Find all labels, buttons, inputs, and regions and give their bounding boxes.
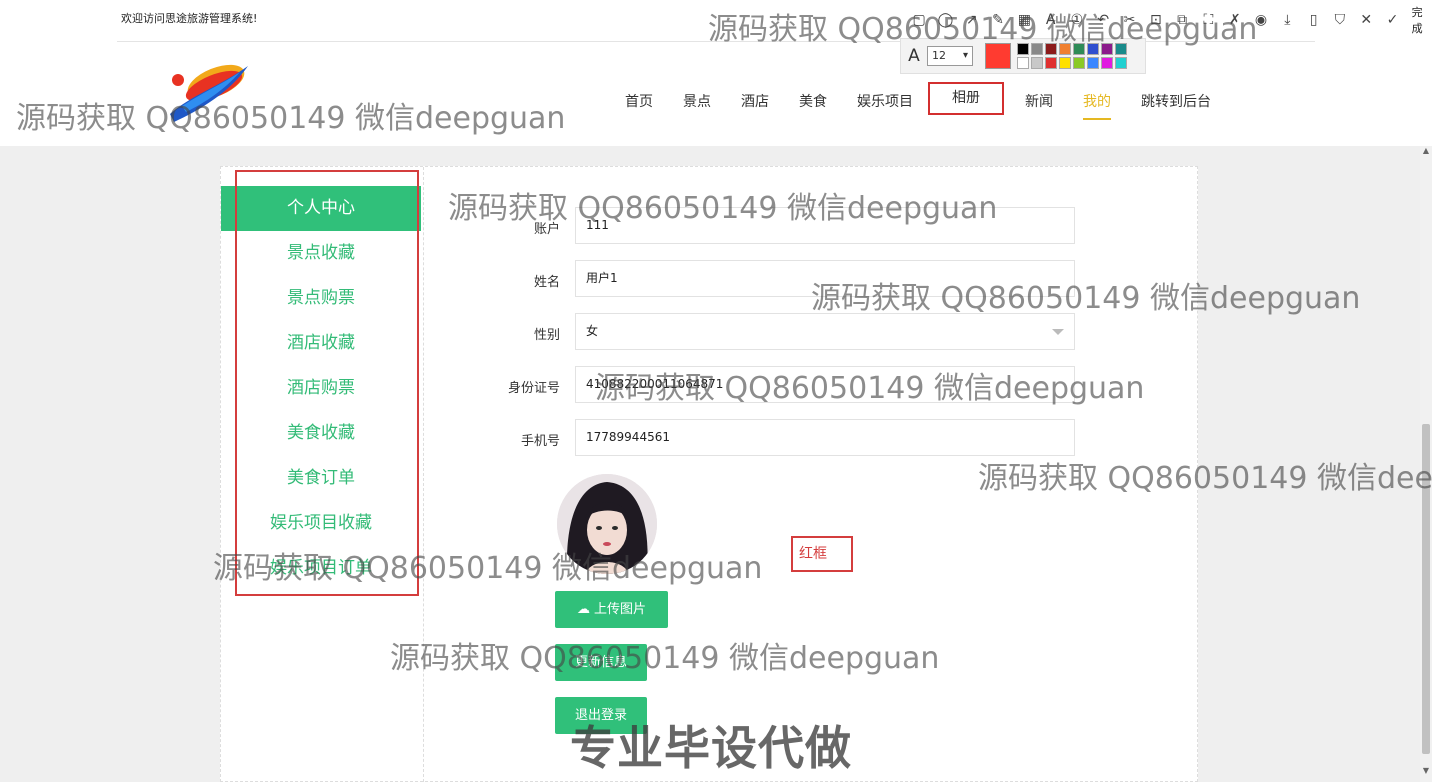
phone-label: 手机号	[520, 434, 560, 449]
scroll-down-icon[interactable]: ▼	[1420, 766, 1432, 782]
check-icon[interactable]: ✓	[1381, 8, 1403, 32]
idcard-field[interactable]: 410882200011064871	[575, 366, 1075, 403]
color-swatch[interactable]	[1031, 43, 1043, 55]
nav-entertainment[interactable]: 娱乐项目	[842, 84, 928, 120]
nav-admin[interactable]: 跳转到后台	[1126, 84, 1226, 120]
nav-scenic[interactable]: 景点	[668, 84, 726, 120]
translate-icon[interactable]: ⧉	[1171, 8, 1193, 32]
chevron-down-icon	[1052, 329, 1064, 335]
gender-select[interactable]: 女	[575, 313, 1075, 350]
record-icon[interactable]: ◉	[1250, 8, 1272, 32]
font-size-select[interactable]: 12	[927, 46, 973, 66]
color-swatch[interactable]	[1059, 57, 1071, 69]
color-swatch[interactable]	[1101, 57, 1113, 69]
color-swatch[interactable]	[1101, 43, 1113, 55]
pen-icon[interactable]: ✎	[987, 8, 1009, 32]
annotation-toolbar: ▢ ◯ ↗ ✎ ▦ A ① ↶ ✂ ⊡ ⧉ ⛶ ✗ ◉ ⤓ ▯ ⛉ ✕ ✓ 完成	[900, 4, 1432, 36]
color-swatch[interactable]	[1017, 43, 1029, 55]
color-swatch[interactable]	[1031, 57, 1043, 69]
annotation-red-box	[235, 170, 419, 596]
annotation-style-panel: A 12	[900, 38, 1146, 74]
scroll-up-icon[interactable]: ▲	[1420, 146, 1432, 162]
color-swatch[interactable]	[1115, 57, 1127, 69]
upload-label: 上传图片	[593, 602, 646, 617]
site-logo[interactable]	[160, 56, 252, 130]
phone-field[interactable]: 17789944561	[575, 419, 1075, 456]
account-field[interactable]: 111	[575, 207, 1075, 244]
nav-hotel[interactable]: 酒店	[726, 84, 784, 120]
download-icon[interactable]: ⤓	[1276, 8, 1298, 32]
color-swatch[interactable]	[1115, 43, 1127, 55]
color-swatch[interactable]	[1087, 43, 1099, 55]
annotation-text-box[interactable]: 红框	[791, 536, 853, 572]
arrow-icon[interactable]: ↗	[961, 8, 983, 32]
pin-icon[interactable]: ⛶	[1197, 8, 1219, 32]
sidebar-divider	[423, 167, 424, 782]
ellipse-icon[interactable]: ◯	[934, 8, 956, 32]
gender-value: 女	[586, 324, 599, 338]
text-icon[interactable]: A	[1039, 8, 1061, 32]
bookmark-icon[interactable]: ⛉	[1329, 8, 1351, 32]
color-swatch[interactable]	[1087, 57, 1099, 69]
name-label: 姓名	[533, 275, 560, 290]
font-icon: A	[908, 46, 920, 66]
logout-button[interactable]: 退出登录	[555, 697, 647, 734]
page-scrollbar[interactable]: ▲ ▼	[1420, 146, 1432, 782]
scissors-icon[interactable]: ✂	[1118, 8, 1140, 32]
number-icon[interactable]: ①	[1066, 8, 1088, 32]
scroll-thumb[interactable]	[1422, 424, 1430, 754]
welcome-text: 欢迎访问思途旅游管理系统!	[121, 12, 258, 25]
rectangle-icon[interactable]: ▢	[908, 8, 930, 32]
phone-icon[interactable]: ▯	[1302, 8, 1324, 32]
close-icon[interactable]: ✕	[1355, 8, 1377, 32]
ocr-icon[interactable]: ⊡	[1145, 8, 1167, 32]
avatar	[557, 474, 657, 574]
color-swatch[interactable]	[1073, 43, 1085, 55]
mosaic-icon[interactable]: ▦	[1013, 8, 1035, 32]
name-field[interactable]: 用户1	[575, 260, 1075, 297]
update-info-button[interactable]: 更新信息	[555, 644, 647, 681]
idcard-label: 身份证号	[507, 381, 560, 396]
current-color[interactable]	[985, 43, 1011, 69]
upload-image-button[interactable]: ☁ 上传图片	[555, 591, 668, 628]
color-swatch[interactable]	[1017, 57, 1029, 69]
color-swatch[interactable]	[1045, 43, 1057, 55]
nav-mine[interactable]: 我的	[1068, 84, 1126, 120]
color-palette	[1017, 43, 1127, 69]
nav-album[interactable]: 相册	[928, 82, 1004, 115]
color-swatch[interactable]	[1059, 43, 1071, 55]
done-button[interactable]: 完成	[1412, 4, 1432, 36]
brush-icon[interactable]: ✗	[1224, 8, 1246, 32]
nav-news[interactable]: 新闻	[1010, 84, 1068, 120]
color-swatch[interactable]	[1045, 57, 1057, 69]
main-nav: 首页 景点 酒店 美食 娱乐项目 相册 新闻 我的 跳转到后台	[610, 82, 1226, 120]
cloud-upload-icon: ☁	[576, 602, 590, 617]
nav-home[interactable]: 首页	[610, 84, 668, 120]
undo-icon[interactable]: ↶	[1092, 8, 1114, 32]
account-label: 账户	[533, 222, 560, 237]
nav-food[interactable]: 美食	[784, 84, 842, 120]
gender-label: 性别	[533, 328, 560, 343]
color-swatch[interactable]	[1073, 57, 1085, 69]
